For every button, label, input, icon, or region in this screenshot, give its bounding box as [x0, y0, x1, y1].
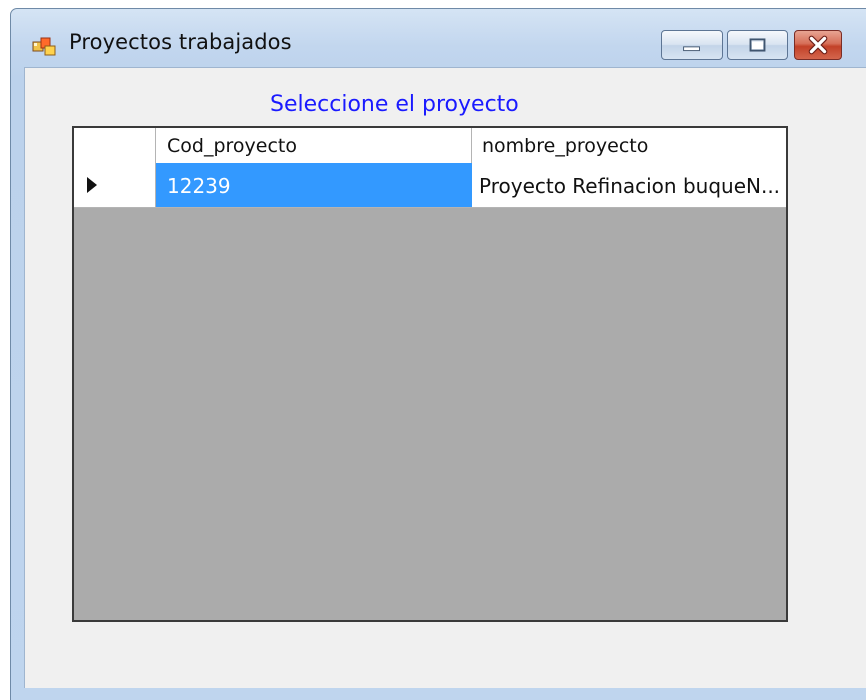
cell-nombre-proyecto[interactable]: Proyecto Refinacion buqueN... [472, 163, 786, 207]
close-icon [808, 35, 828, 55]
maximize-icon [749, 38, 766, 52]
row-header-column-header[interactable] [74, 128, 156, 163]
close-button[interactable] [794, 30, 842, 60]
minimize-button[interactable] [661, 30, 723, 60]
application-icon [32, 37, 56, 56]
proyectos-window: Proyectos trabajados Seleccione el proye… [10, 8, 866, 700]
column-header-cod-proyecto[interactable]: Cod_proyecto [156, 128, 472, 163]
current-row-arrow-icon [87, 177, 97, 193]
title-bar[interactable]: Proyectos trabajados [11, 9, 866, 67]
projects-data-grid[interactable]: Cod_proyecto nombre_proyecto 12239 Proye… [72, 126, 788, 622]
cell-cod-proyecto[interactable]: 12239 [156, 163, 472, 207]
column-header-nombre-proyecto[interactable]: nombre_proyecto [472, 128, 786, 163]
table-row[interactable]: 12239 Proyecto Refinacion buqueN... [74, 163, 786, 208]
screen: Proyectos trabajados Seleccione el proye… [0, 0, 866, 700]
row-header[interactable] [74, 163, 156, 207]
form-client-area: Seleccione el proyecto Cod_proyecto nomb… [24, 67, 866, 688]
select-project-label: Seleccione el proyecto [270, 92, 519, 117]
minimize-icon [683, 46, 700, 52]
maximize-button[interactable] [727, 30, 788, 60]
grid-header-row: Cod_proyecto nombre_proyecto [74, 128, 786, 164]
window-title: Proyectos trabajados [69, 30, 292, 54]
